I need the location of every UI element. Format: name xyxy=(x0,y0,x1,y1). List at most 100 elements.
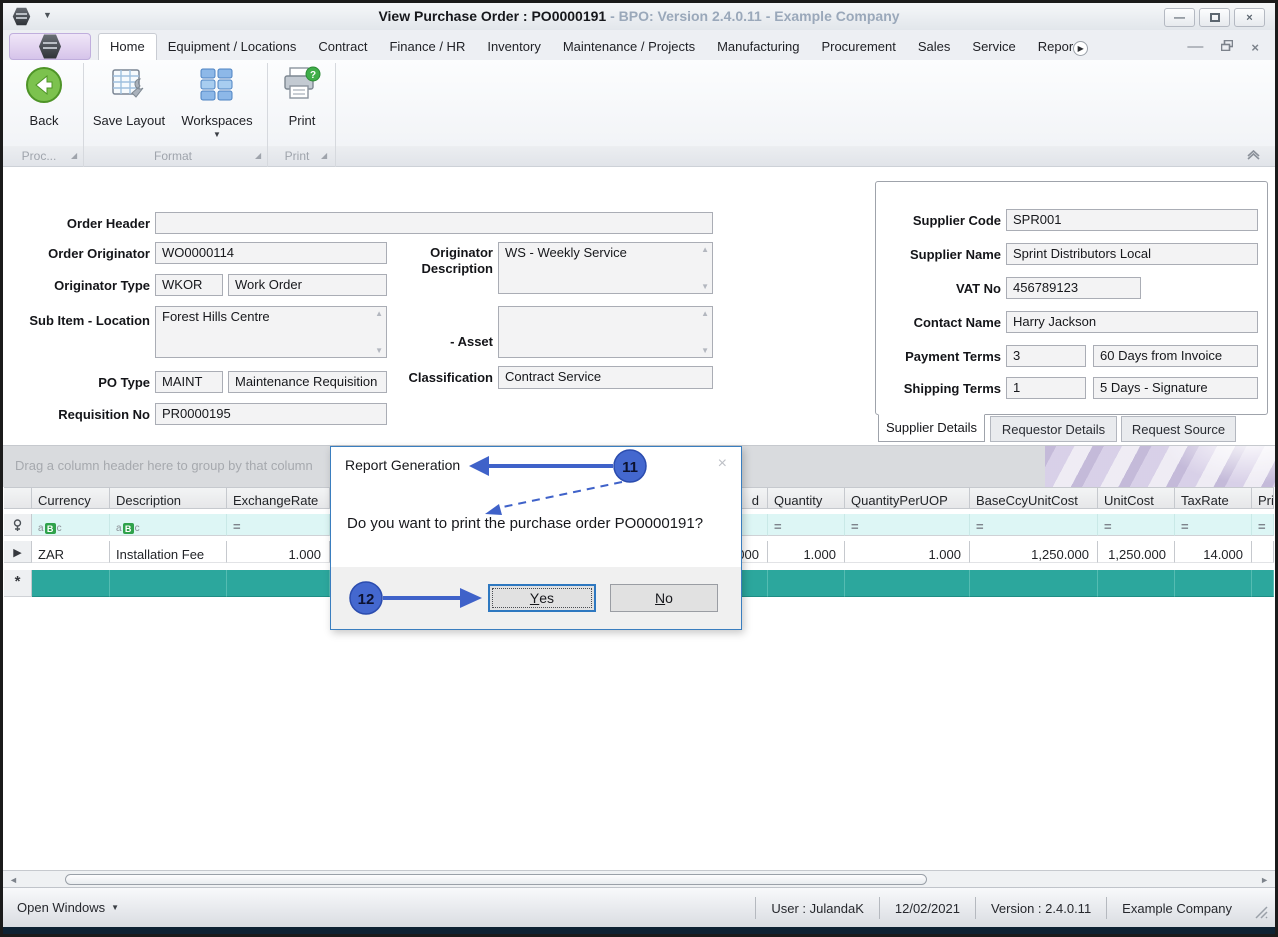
skin-decoration xyxy=(1045,446,1275,487)
column-header-unitcost[interactable]: UnitCost xyxy=(1098,487,1175,509)
mdi-minimize-button[interactable]: — xyxy=(1187,38,1203,56)
filter-cell-description[interactable]: aBc xyxy=(110,514,227,536)
scrollbar-thumb[interactable] xyxy=(65,874,927,885)
requisition-no-field[interactable]: PR0000195 xyxy=(155,403,387,425)
shipping-terms-code-field[interactable]: 1 xyxy=(1006,377,1086,399)
filter-cell-currency[interactable]: aBc xyxy=(32,514,110,536)
ribbon-collapse-icon[interactable] xyxy=(1246,149,1261,164)
column-header-pri[interactable]: Pri xyxy=(1252,487,1274,509)
tab-manufacturing[interactable]: Manufacturing xyxy=(706,34,810,60)
scroll-right-icon[interactable]: ► xyxy=(1260,875,1269,885)
tab-contract[interactable]: Contract xyxy=(307,34,378,60)
cell-currency[interactable]: ZAR xyxy=(32,541,110,563)
cell-quantityperuop[interactable]: 1.000 xyxy=(845,541,970,563)
app-window: ▼ View Purchase Order : PO0000191 - BPO:… xyxy=(0,0,1278,937)
tab-procurement[interactable]: Procurement xyxy=(810,34,906,60)
save-layout-button[interactable]: Save Layout xyxy=(91,63,167,128)
tab-maintenance-projects[interactable]: Maintenance / Projects xyxy=(552,34,706,60)
cell-taxrate[interactable]: 14.000 xyxy=(1175,541,1252,563)
maximize-icon xyxy=(1209,13,1220,22)
open-windows-button[interactable]: Open Windows ▼ xyxy=(17,900,119,915)
group-corner-icon[interactable]: ◢ xyxy=(321,151,327,160)
print-button[interactable]: ? Print xyxy=(275,63,329,128)
column-header-taxrate[interactable]: TaxRate xyxy=(1175,487,1252,509)
tab-inventory[interactable]: Inventory xyxy=(476,34,551,60)
status-date: 12/02/2021 xyxy=(878,897,975,919)
originator-type-desc-field[interactable]: Work Order xyxy=(228,274,387,296)
workspaces-button[interactable]: Workspaces ▼ xyxy=(175,63,259,139)
contact-name-field[interactable]: Harry Jackson xyxy=(1006,311,1258,333)
application-button[interactable] xyxy=(9,33,91,60)
horizontal-scrollbar[interactable]: ◄ ► xyxy=(3,870,1275,887)
scroll-left-icon[interactable]: ◄ xyxy=(9,875,18,885)
cell-quantity[interactable]: 1.000 xyxy=(768,541,845,563)
tab-request-source[interactable]: Request Source xyxy=(1121,416,1236,442)
payment-terms-desc-field[interactable]: 60 Days from Invoice xyxy=(1093,345,1258,367)
column-header-quantity[interactable]: Quantity xyxy=(768,487,845,509)
tab-supplier-details[interactable]: Supplier Details xyxy=(878,414,985,442)
window-title: View Purchase Order : PO0000191 - BPO: V… xyxy=(3,8,1275,24)
supplier-code-field[interactable]: SPR001 xyxy=(1006,209,1258,231)
filter-cell-taxrate[interactable]: = xyxy=(1175,514,1252,536)
yes-button[interactable]: Yes xyxy=(488,584,596,612)
tab-requestor-details[interactable]: Requestor Details xyxy=(990,416,1117,442)
scroll-up-icon[interactable]: ▲ xyxy=(701,309,709,318)
cell-exchangerate[interactable]: 1.000 xyxy=(227,541,330,563)
filter-cell-quantity[interactable]: = xyxy=(768,514,845,536)
column-header-description[interactable]: Description xyxy=(110,487,227,509)
tab-reporting[interactable]: Repor xyxy=(1027,34,1075,60)
tab-scroll-right-icon[interactable]: ▶ xyxy=(1073,41,1089,56)
filter-cell-quantityperuop[interactable]: = xyxy=(845,514,970,536)
shipping-terms-label: Shipping Terms xyxy=(903,381,1001,396)
payment-terms-code-field[interactable]: 3 xyxy=(1006,345,1086,367)
po-type-code-field[interactable]: MAINT xyxy=(155,371,223,393)
column-header-quantityperuop[interactable]: QuantityPerUOP xyxy=(845,487,970,509)
group-corner-icon[interactable]: ◢ xyxy=(255,151,261,160)
report-generation-dialog: Report Generation × Do you want to print… xyxy=(330,446,742,630)
shipping-terms-desc-field[interactable]: 5 Days - Signature xyxy=(1093,377,1258,399)
scroll-down-icon[interactable]: ▼ xyxy=(701,282,709,291)
scroll-up-icon[interactable]: ▲ xyxy=(375,309,383,318)
vat-no-field[interactable]: 456789123 xyxy=(1006,277,1141,299)
close-button[interactable]: × xyxy=(1234,8,1265,27)
resize-grip[interactable] xyxy=(1255,906,1268,919)
column-header-baseccyunitcost[interactable]: BaseCcyUnitCost xyxy=(970,487,1098,509)
filter-cell-exchangerate[interactable]: = xyxy=(227,514,330,536)
mdi-close-button[interactable]: × xyxy=(1251,40,1259,55)
back-button[interactable]: Back xyxy=(13,63,75,128)
asset-field[interactable]: ▲ ▼ xyxy=(498,306,713,358)
cell-unitcost[interactable]: 1,250.000 xyxy=(1098,541,1175,563)
originator-type-code-field[interactable]: WKOR xyxy=(155,274,223,296)
maximize-button[interactable] xyxy=(1199,8,1230,27)
tab-home[interactable]: Home xyxy=(98,33,157,60)
order-originator-field[interactable]: WO0000114 xyxy=(155,242,387,264)
status-bar: Open Windows ▼ User : JulandaK 12/02/202… xyxy=(3,887,1275,928)
tab-sales[interactable]: Sales xyxy=(907,34,962,60)
minimize-button[interactable]: — xyxy=(1164,8,1195,27)
scroll-down-icon[interactable]: ▼ xyxy=(701,346,709,355)
order-header-field[interactable] xyxy=(155,212,713,234)
group-corner-icon[interactable]: ◢ xyxy=(71,151,77,160)
workspaces-label: Workspaces xyxy=(181,113,253,128)
classification-field[interactable]: Contract Service xyxy=(498,366,713,389)
payment-terms-label: Payment Terms xyxy=(905,349,1001,364)
column-header-currency[interactable]: Currency xyxy=(32,487,110,509)
equals-filter-icon: = xyxy=(1181,519,1189,534)
filter-cell-unitcost[interactable]: = xyxy=(1098,514,1175,536)
scroll-up-icon[interactable]: ▲ xyxy=(701,245,709,254)
sub-item-location-field[interactable]: Forest Hills Centre ▲ ▼ xyxy=(155,306,387,358)
no-button[interactable]: No xyxy=(610,584,718,612)
mdi-restore-button[interactable] xyxy=(1221,38,1234,56)
supplier-name-field[interactable]: Sprint Distributors Local xyxy=(1006,243,1258,265)
dialog-close-icon[interactable]: × xyxy=(718,455,727,473)
tab-equipment-locations[interactable]: Equipment / Locations xyxy=(157,34,308,60)
filter-cell-pri[interactable]: = xyxy=(1252,514,1274,536)
tab-service[interactable]: Service xyxy=(961,34,1026,60)
originator-description-field[interactable]: WS - Weekly Service ▲ ▼ xyxy=(498,242,713,294)
cell-pri[interactable] xyxy=(1252,541,1274,563)
filter-cell-baseccyunitcost[interactable]: = xyxy=(970,514,1098,536)
cell-baseccyunitcost[interactable]: 1,250.000 xyxy=(970,541,1098,563)
column-header-exchangerate[interactable]: ExchangeRate xyxy=(227,487,330,509)
cell-description[interactable]: Installation Fee xyxy=(110,541,227,563)
tab-finance-hr[interactable]: Finance / HR xyxy=(378,34,476,60)
